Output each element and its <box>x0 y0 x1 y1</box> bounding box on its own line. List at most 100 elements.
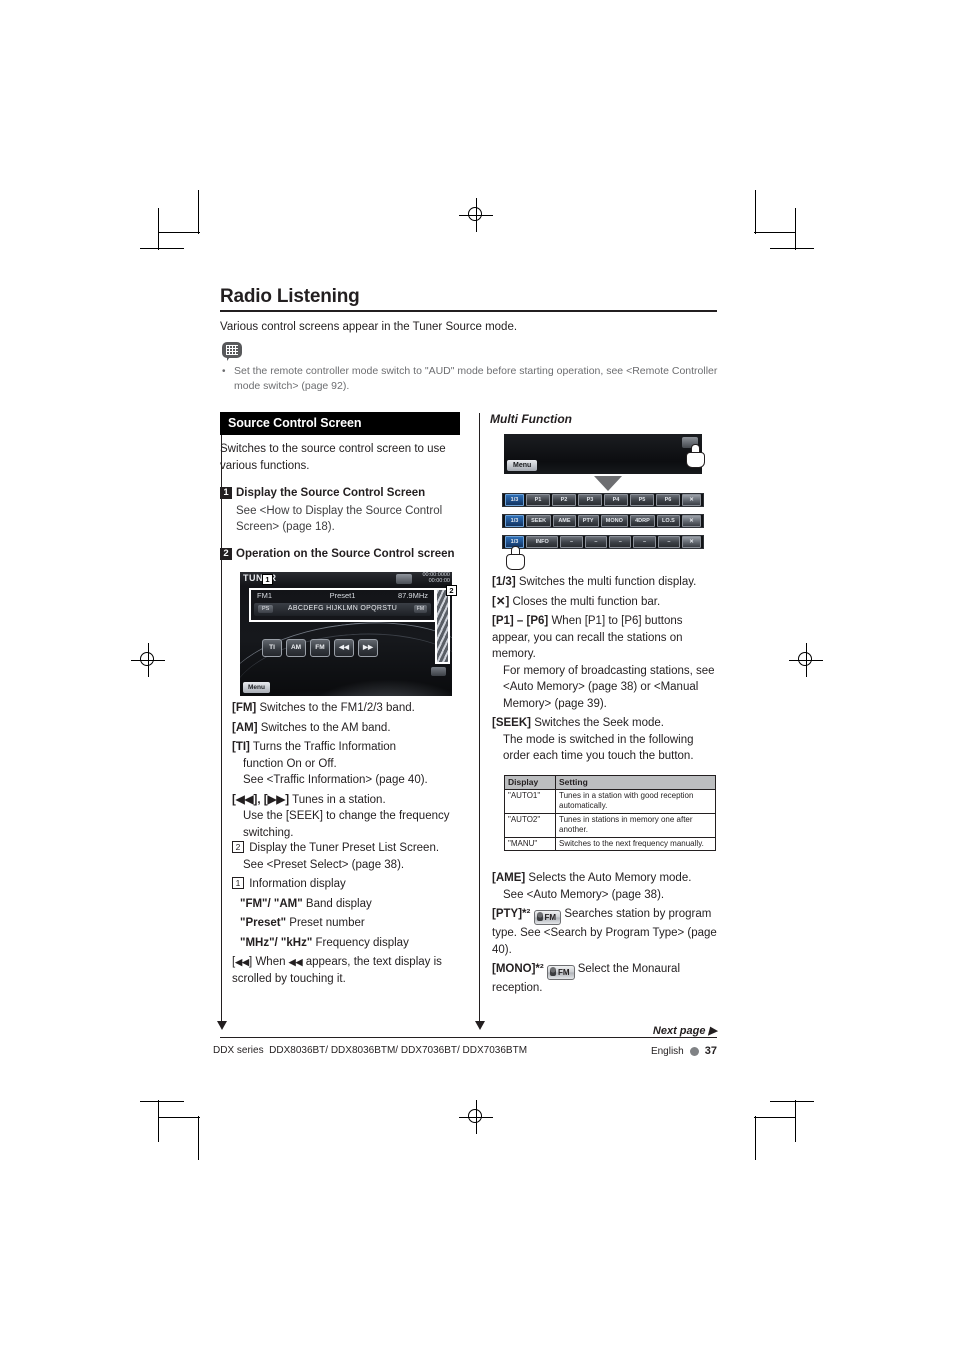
mf1-p6[interactable]: P6 <box>656 494 680 506</box>
note-body: Set the remote controller mode switch to… <box>234 365 718 392</box>
registration-mark-top <box>459 198 493 232</box>
ps-label: PS <box>258 605 274 613</box>
preset-display: Preset1 <box>329 591 356 600</box>
table-cell-setting-auto2: Tunes in stations in memory one after an… <box>555 812 716 838</box>
crop-mark-top-right <box>754 190 814 250</box>
mf2-mono[interactable]: MONO <box>600 515 628 527</box>
section-heading-source-control: Source Control Screen <box>220 412 460 435</box>
mf3-close-icon[interactable]: ✕ <box>682 536 702 548</box>
step-2-number: 2 <box>220 548 232 560</box>
key-desc-presets-line2: For memory of broadcasting stations, see… <box>503 664 715 710</box>
info-line-band-text: Band display <box>305 897 372 910</box>
mf3-blank-5[interactable]: – <box>657 536 681 548</box>
key-desc-seek: Switches the Seek mode. <box>534 717 664 729</box>
list-item-mono: [MONO]*² FM Select the Monaural receptio… <box>492 961 720 997</box>
key-label-ti: [TI] <box>232 741 250 753</box>
page-title: Radio Listening <box>220 286 360 307</box>
key-label-am: [AM] <box>232 721 258 734</box>
mode-icon[interactable] <box>396 574 412 584</box>
preset-list-strip[interactable] <box>435 588 450 664</box>
list-item-ame: [AME] Selects the Auto Memory mode. See … <box>492 870 720 903</box>
mf2-ame[interactable]: AME <box>553 515 576 527</box>
info-line-preset-key: "Preset" <box>240 917 287 929</box>
note-bubble-icon <box>222 342 244 362</box>
info-row-text[interactable]: PS ABCDEFG HIJKLMN OPQRSTU FM <box>254 603 431 616</box>
multi-function-screen: Menu <box>504 434 702 474</box>
fm-badge-icon-2: FM <box>546 965 575 980</box>
left-column: Source Control Screen Switches to the so… <box>220 412 460 562</box>
list-item-seek-keys: [◀◀], [▶▶] Tunes in a station. Use the [… <box>232 792 464 842</box>
list-item-fm: [FM] Switches to the FM1/2/3 band. <box>232 700 464 717</box>
mf2-close-icon[interactable]: ✕ <box>681 515 701 527</box>
screen-corner-button[interactable] <box>431 667 446 676</box>
speaker-icon <box>536 912 543 921</box>
callout-1: 1 <box>262 574 273 585</box>
mf1-p3[interactable]: P3 <box>578 494 602 506</box>
key-desc-ti-line2: function On or Off. <box>243 757 337 770</box>
key-label-mono: [MONO]*² <box>492 963 544 975</box>
step-1: 1 Display the Source Control Screen See <… <box>220 485 460 535</box>
left-numbered-list: 2 Display the Tuner Preset List Screen. … <box>232 840 464 990</box>
screen-key-row: TI AM FM ◀◀ ▶▶ <box>262 636 382 657</box>
scroll-icon[interactable]: FM <box>413 605 427 613</box>
mf3-info[interactable]: INFO <box>526 536 559 548</box>
menu-button[interactable]: Menu <box>243 682 270 693</box>
mf2-4drp[interactable]: 4DRP <box>629 515 655 527</box>
numbered-item-1-badge: 1 <box>232 877 244 889</box>
key-seek-up[interactable]: ▶▶ <box>358 639 378 657</box>
table-cell-setting-manu: Switches to the next frequency manually. <box>555 836 716 851</box>
crop-mark-bottom-right <box>754 1100 814 1160</box>
mf1-close-icon[interactable]: ✕ <box>682 494 701 506</box>
note-block: • Set the remote controller mode switch … <box>222 364 722 394</box>
footer-rule <box>220 1037 717 1038</box>
mf3-blank-1[interactable]: – <box>560 536 583 548</box>
mf2-seek[interactable]: SEEK <box>526 515 552 527</box>
key-am[interactable]: AM <box>286 639 306 657</box>
mf2-page-toggle[interactable]: 1/3 <box>505 515 524 527</box>
list-item-pty: [PTY]*² FM Searches station by program t… <box>492 906 720 958</box>
info-line-band-key: "FM"/ "AM" <box>240 897 303 910</box>
table-header-display: Display <box>504 775 556 790</box>
list-item-am: [AM] Switches to the AM band. <box>232 720 464 737</box>
scroll-text-a: When <box>255 956 286 968</box>
mf3-blank-3[interactable]: – <box>609 536 632 548</box>
numbered-item-2: 2 Display the Tuner Preset List Screen. … <box>232 840 464 873</box>
key-desc-ame: Selects the Auto Memory mode. <box>528 872 692 884</box>
mf-menu-button[interactable]: Menu <box>507 460 538 471</box>
multi-function-bar-2: 1/3 SEEK AME PTY MONO 4DRP LO.S ✕ <box>502 514 704 528</box>
key-desc-ti: Turns the Traffic Information <box>252 741 397 753</box>
key-label-page-toggle: [1/3] <box>492 576 516 588</box>
crop-mark-bottom-left <box>140 1100 200 1160</box>
info-line-preset-text: Preset number <box>289 917 365 929</box>
section-body: Switches to the source control screen to… <box>220 443 446 472</box>
hand-pointer-icon-1 <box>686 444 706 468</box>
mf1-p5[interactable]: P5 <box>630 494 654 506</box>
numbered-item-1: 1 Information display <box>232 876 464 893</box>
mf3-blank-2[interactable]: – <box>584 536 608 548</box>
registration-mark-bottom <box>459 1100 493 1134</box>
right-key-list-2: [AME] Selects the Auto Memory mode. See … <box>492 870 720 1000</box>
table-row: "AUTO2" Tunes in stations in memory one … <box>504 812 716 838</box>
mf1-p4[interactable]: P4 <box>604 494 628 506</box>
key-desc-seek-keys: Tunes in a station. <box>292 793 386 806</box>
scroll-key-suffix: ] <box>249 956 253 968</box>
mf1-page-toggle[interactable]: 1/3 <box>505 494 524 506</box>
footer-language: English <box>650 1045 684 1057</box>
mf3-blank-4[interactable]: – <box>633 536 656 548</box>
key-desc-ame-line2: See <Auto Memory> (page 38). <box>503 888 665 901</box>
key-seek-down[interactable]: ◀◀ <box>334 639 354 657</box>
guide-line-middle <box>479 413 480 1023</box>
mf2-los[interactable]: LO.S <box>656 515 680 527</box>
mf1-p1[interactable]: P1 <box>526 494 550 506</box>
seek-mode-table: Display Setting "AUTO1" Tunes in a stati… <box>504 775 716 851</box>
table-cell-display-auto2: "AUTO2" <box>504 812 556 838</box>
scroll-key-icon: ◀◀ <box>235 957 250 967</box>
info-line-frequency-key: "MHz"/ "kHz" <box>240 936 313 949</box>
numbered-item-2-text: Display the Tuner Preset List Screen. <box>249 842 440 854</box>
numbered-item-2-badge: 2 <box>232 841 244 853</box>
guide-arrow-middle <box>475 1021 485 1030</box>
mf1-p2[interactable]: P2 <box>552 494 576 506</box>
mf2-pty[interactable]: PTY <box>577 515 599 527</box>
key-fm[interactable]: FM <box>310 639 330 657</box>
key-ti[interactable]: TI <box>262 639 282 657</box>
